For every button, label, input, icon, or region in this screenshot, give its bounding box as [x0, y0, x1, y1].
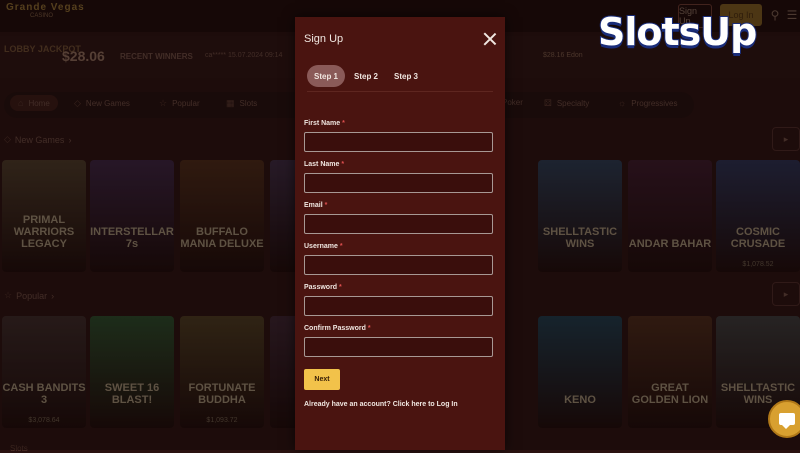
confirm-password-field[interactable]: [304, 337, 493, 357]
username-field[interactable]: [304, 255, 493, 275]
field-label-text: Password: [304, 284, 338, 291]
tab-step-1[interactable]: Step 1: [307, 65, 346, 87]
modal-title: Sign Up: [304, 33, 344, 45]
required-marker: *: [342, 120, 345, 127]
email-field[interactable]: [304, 214, 493, 234]
next-button[interactable]: Next: [304, 369, 340, 390]
first-name-field[interactable]: [304, 132, 493, 152]
last-name-label: Last Name *: [304, 161, 344, 168]
password-label: Password *: [304, 284, 342, 291]
field-label-text: Last Name: [304, 161, 340, 168]
field-label-text: Confirm Password: [304, 325, 366, 332]
brand-name-part1: Slots: [597, 9, 702, 55]
confirm-password-label: Confirm Password *: [304, 325, 371, 332]
last-name-field[interactable]: [304, 173, 493, 193]
tab-step-2[interactable]: Step 2: [347, 65, 385, 87]
required-marker: *: [339, 243, 343, 250]
username-label: Username *: [304, 243, 343, 250]
chat-button[interactable]: [768, 400, 800, 438]
email-label: Email *: [304, 202, 327, 209]
signup-modal: Sign Up Step 1 Step 2 Step 3 First Name …: [295, 17, 505, 450]
password-field[interactable]: [304, 296, 493, 316]
chat-icon: [779, 413, 795, 429]
first-name-label: First Name *: [304, 120, 345, 127]
brand-name-part2: Up: [699, 9, 758, 55]
slotsup-logo: SlotsUp: [597, 9, 758, 55]
login-link[interactable]: Already have an account? Click here to L…: [304, 401, 458, 408]
step-tabs: Step 1 Step 2 Step 3: [307, 65, 493, 92]
required-marker: *: [339, 284, 342, 291]
field-label-text: First Name: [304, 120, 341, 127]
tab-step-3[interactable]: Step 3: [387, 65, 425, 87]
required-marker: *: [341, 161, 345, 168]
required-marker: *: [324, 202, 328, 209]
field-label-text: Email: [304, 202, 323, 209]
close-icon[interactable]: [483, 32, 497, 46]
required-marker: *: [367, 325, 371, 332]
field-label-text: Username: [304, 243, 338, 250]
